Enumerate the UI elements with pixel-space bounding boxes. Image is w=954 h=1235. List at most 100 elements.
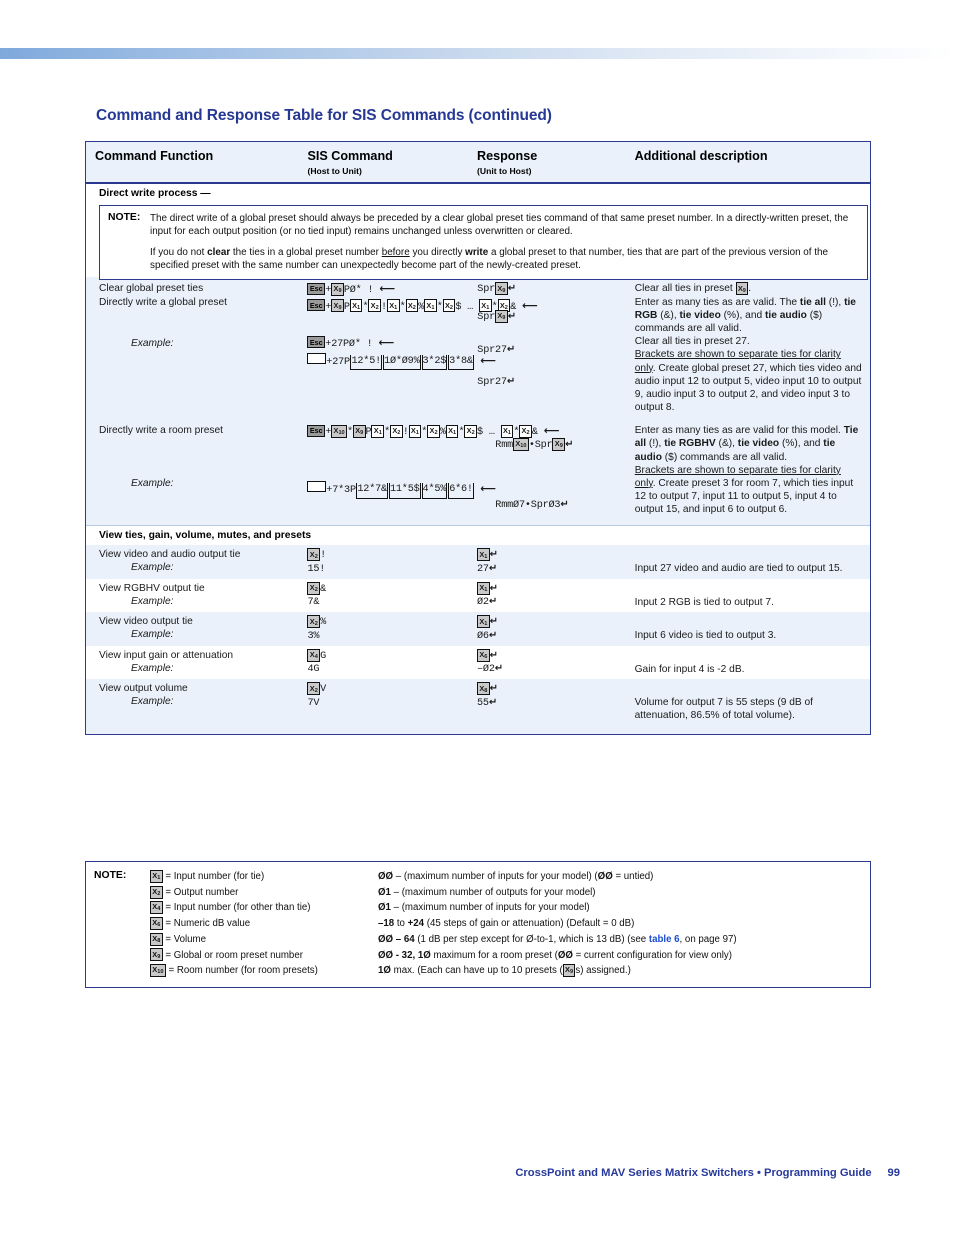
definition-value: 1Ø [378,965,391,977]
variable-definition-item: Ø1 – (maximum number of inputs for your … [378,900,862,916]
variable-legend-item: X9 = Global or room preset number [150,948,378,964]
sis-example-write-preset-27: +27P 12*5! 1Ø*Ø9% 3*2$ 3*8& ⟵ [307,352,496,371]
definition-text: = untied) [612,871,654,882]
section-header-view-ties: View ties, gain, volume, mutes, and pres… [86,525,870,546]
row-sis-cells: Esc + X10 * X9 P X1 * X2! X1 * X2% X1 * X2 $ … X1 * X2 & ⟵… [307,421,560,519]
carriage-return-icon: ↵ [488,562,498,574]
carriage-return-icon: ↵ [507,283,516,295]
left-arrow-icon: ⟵ [379,282,395,296]
note-row: NOTE: The direct write of a global prese… [108,212,859,272]
example-label: Example: [131,662,174,674]
definition-text: – (maximum number of outputs for your mo… [390,886,596,898]
var-chip-x1: X1 [445,425,459,438]
example-label: Example: [131,595,174,607]
response-example-spr27-b: Spr27↵ [477,376,634,389]
term-clear: clear [207,246,231,258]
sis-clear-global-preset-ties: Esc + X9 PØ* ! ⟵ [307,282,477,297]
link-table-6[interactable]: table 6 [649,934,680,945]
note-box-direct-write: NOTE: The direct write of a global prese… [99,205,868,281]
var-chip-x1: X1 [477,548,490,562]
description-view-video-audio-tie: Input 27 video and audio are tied to out… [634,563,843,575]
response-text: –Ø2 [477,664,495,676]
var-chip-x2: X2 [150,885,163,899]
carriage-return-icon: ↵ [506,376,516,388]
row-description-cells: Gain for input 4 is -2 dB. [635,646,870,680]
note-body: The direct write of a global preset shou… [150,212,859,272]
var-chip-x4: X4 [150,901,163,915]
variable-legend-item: X4 = Input number (for other than tie) [150,900,378,916]
column-header-command-function: Command Function [86,149,307,176]
variable-legend-list: X1 = Input number (for tie) X2 = Output … [150,869,378,979]
carriage-return-icon: ↵ [565,439,574,451]
description-text: Enter as many ties as are valid. The [634,296,800,308]
response-spr-literal: Spr [534,440,553,452]
function-label-directly-write-global-preset: Directly write a global preset [99,296,227,308]
var-chip-x2: X2 [307,682,321,696]
variable-legend-item: X6 = Numeric dB value [150,916,378,932]
response-view-input-gain: X6 ↵ [477,648,635,663]
description-text: ($) commands are all valid. [661,451,788,463]
definition-text: s) assigned.) [575,965,631,977]
variable-legend-item: X1 = Input number (for tie) [150,869,378,885]
sis-view-output-volume: X2 V [307,682,477,696]
term-tie-all: tie all [799,296,826,308]
page-footer: CrossPoint and MAV Series Matrix Switche… [0,1167,900,1179]
row-response-cells: X6 ↵ –Ø2↵ [477,646,635,680]
definition-text: = current configuration for view only) [572,949,733,961]
function-label-clear-global-preset-ties: Clear global preset ties [99,283,204,295]
var-chip-x9: X9 [552,438,566,452]
esc-key-chip: Esc [307,336,326,349]
variable-legend-text: = Numeric dB value [165,918,251,930]
response-text: Spr27 [477,345,507,357]
term-tie-audio: tie audio [764,309,807,321]
definition-value: ØØ [597,871,613,882]
var-chip-x2: X2 [390,425,403,438]
variable-legend-text: = Output number [165,886,239,898]
sis-example-view-output-volume: 7V [307,697,320,709]
sis-example-room-preset: +7*3P 12*7& 11*5$ 4*5% 6*6! ⟵ [307,481,496,499]
var-chip-x2: X2 [368,299,382,313]
sis-example-text: +27PØ* ! [325,338,373,350]
response-view-video-tie: X1 ↵ [477,615,635,629]
row-response-cells: X1 ↵ Ø2↵ [477,579,635,613]
response-example-view-input-gain: –Ø2↵ [477,663,635,676]
description-directly-write-global-preset: Enter as many ties as are valid. The tie… [635,296,862,335]
tie-group-3: 4*5% [421,483,448,499]
carriage-return-icon: ↵ [489,549,498,561]
var-chip-x1: X1 [349,299,363,313]
description-text: (!), [646,438,665,450]
row-function-cells: View video and audio output tie Example: [86,545,307,579]
description-text: (!), [825,296,845,308]
variable-definition-item: –18 to +24 (45 steps of gain or attenuat… [378,916,862,932]
variable-legend-item: X8 = Volume [150,932,378,948]
description-text: . Create preset 3 for room 7, which ties… [634,477,854,516]
description-example-clear-preset-27: Clear all ties in preset 27. [634,336,750,348]
sis-example-view-video-audio-tie: 15! [307,563,326,575]
note-label: NOTE: [94,870,127,881]
var-chip-x2: X2 [307,548,321,562]
response-example-view-rgbhv-tie: Ø2↵ [477,596,635,609]
esc-blank-box-icon [307,352,327,364]
example-label-global: Example: [131,337,174,349]
carriage-return-icon: ↵ [489,583,498,594]
response-text: RmmØ7•SprØ3 [495,499,561,511]
row-description-cells: Volume for output 7 is 55 steps (9 dB of… [635,679,870,725]
response-directly-write-room-preset: Rmm X10 •Spr X9 ↵ [495,438,574,452]
column-header-additional-description: Additional description [635,149,870,176]
example-label: Example: [131,696,174,708]
definition-value: +24 [407,918,425,930]
definition-value: Ø1 [378,902,391,914]
var-chip-x4: X4 [307,648,321,662]
definition-text: maximum for a room preset ( [430,949,558,961]
sis-view-input-gain: X4 G [307,648,477,663]
table-row: View output volume Example: X2 V 7V X8 ↵ 5… [86,679,870,734]
row-sis-cells: X2 & 7& [307,579,477,613]
carriage-return-icon: ↵ [489,683,498,695]
example-label-room: Example: [131,478,174,490]
tie-group-1: 12*7& [356,483,388,499]
var-chip-x8: X8 [150,932,163,946]
var-chip-x2: X2 [442,299,456,313]
note-text: the ties in a global preset number [230,246,382,258]
note-text: If you do not [150,246,208,258]
definition-value: ØØ [557,949,573,961]
